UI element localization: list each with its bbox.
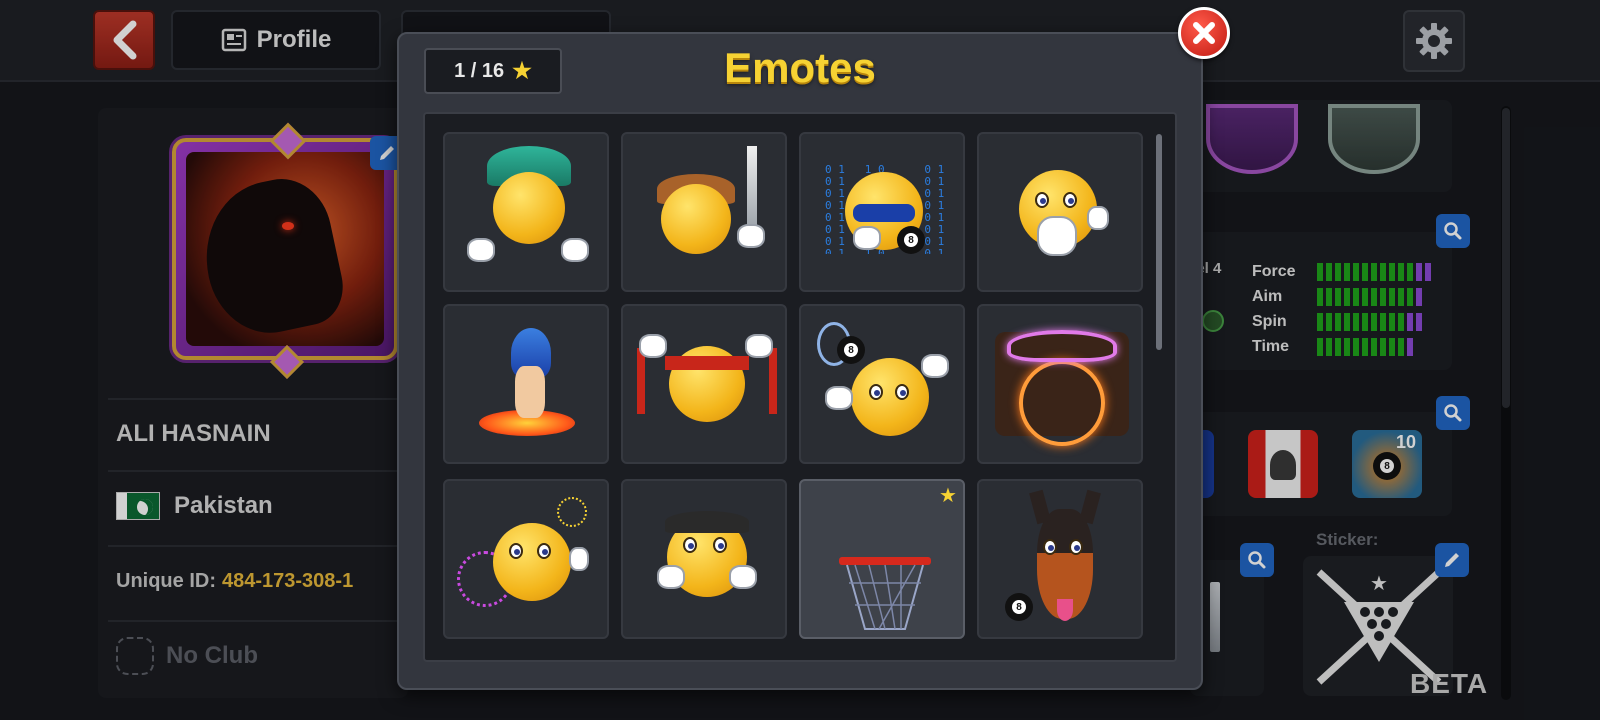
- neon-face-icon: [1019, 360, 1105, 446]
- emote-count: 1 / 16: [454, 59, 505, 82]
- sword-icon: [747, 146, 757, 226]
- emote-tile-blue-hair[interactable]: [443, 304, 609, 464]
- emote-tile-doberman[interactable]: [977, 479, 1143, 639]
- emote-tile-headband[interactable]: [621, 304, 787, 464]
- emote-tile-tennis[interactable]: [799, 304, 965, 464]
- star-icon: ★: [512, 58, 532, 83]
- hand-over-mouth-icon: [1037, 216, 1077, 256]
- headband-icon: [665, 356, 749, 370]
- basketball-hoop-icon: [839, 557, 931, 630]
- emote-tile-sword[interactable]: [621, 132, 787, 292]
- emote-grid-scrollbar[interactable]: [1156, 134, 1162, 350]
- dog-ear-left-icon: [1029, 489, 1051, 525]
- meditating-face-icon: [493, 172, 565, 244]
- eight-ball-icon: [837, 336, 865, 364]
- emote-tile-shocked[interactable]: [977, 132, 1143, 292]
- close-button[interactable]: [1178, 7, 1230, 59]
- warrior-face-icon: [661, 184, 731, 254]
- dog-tongue-icon: [1057, 599, 1073, 621]
- close-icon: [1193, 22, 1215, 44]
- emote-tile-hacker[interactable]: 0 1 1 0 0 1 1 0 1 1 0 0 1 1 0 1 1 0 0 1 …: [799, 132, 965, 292]
- dog-ear-right-icon: [1079, 489, 1101, 525]
- scared-face-icon: [493, 523, 571, 601]
- eight-ball-icon: [1005, 593, 1033, 621]
- emote-tile-neon-cowboy[interactable]: [977, 304, 1143, 464]
- bandana-icon: [665, 511, 749, 533]
- eight-ball-icon: [897, 226, 925, 254]
- emote-tile-fireworks[interactable]: [443, 479, 609, 639]
- modal-title: Emotes: [724, 44, 876, 91]
- star-icon: ★: [939, 485, 957, 507]
- sunglasses-icon: [853, 204, 915, 222]
- emote-counter: 1 / 16 ★: [424, 48, 562, 94]
- cowboy-hat-icon: [1007, 330, 1117, 362]
- emote-tile-bandana[interactable]: [621, 479, 787, 639]
- emote-tile-meditating[interactable]: [443, 132, 609, 292]
- sparkler-icon: [557, 497, 587, 527]
- emote-tile-basketball-hoop[interactable]: ★: [799, 479, 965, 639]
- confused-face-icon: [851, 358, 929, 436]
